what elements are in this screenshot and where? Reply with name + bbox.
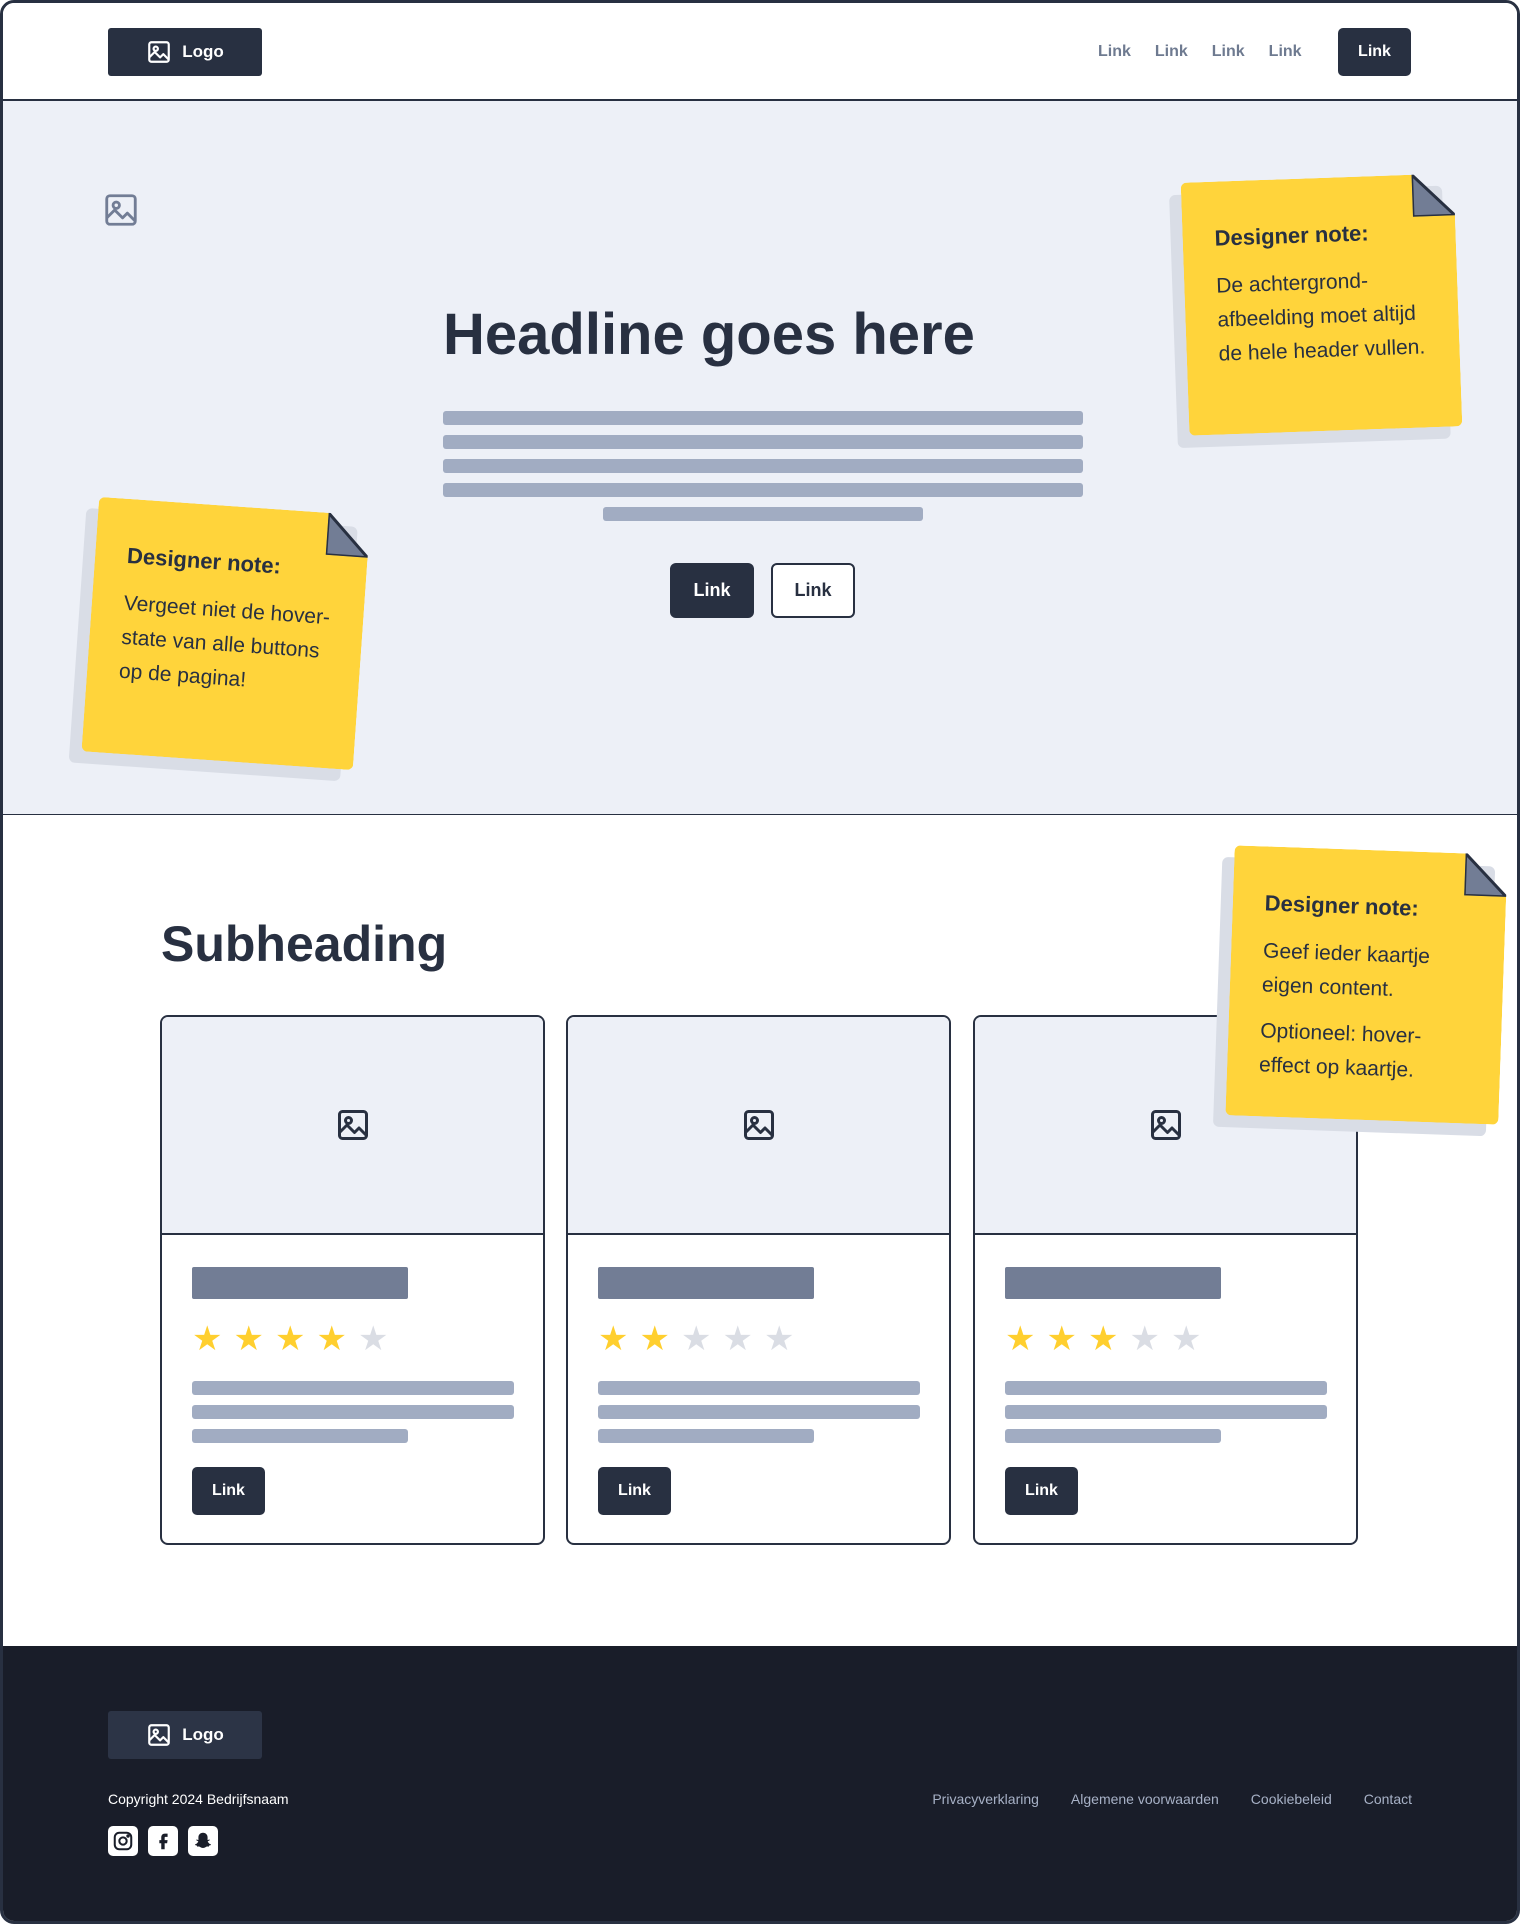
hero-primary-button[interactable]: Link [670,563,754,618]
top-navigation: Logo Link Link Link Link Link [3,3,1517,101]
star-empty-icon: ★ [357,1320,389,1358]
star-empty-icon: ★ [680,1320,712,1358]
card-button[interactable]: Link [192,1467,265,1515]
image-icon [148,1724,171,1746]
image-icon [1150,1110,1181,1140]
text-placeholder-line [1005,1381,1327,1395]
star-filled-icon: ★ [1046,1320,1077,1358]
card-title-placeholder [192,1267,408,1299]
image-icon [148,41,171,63]
logo-label: Logo [182,42,224,61]
nav-link-2[interactable]: Link [1155,43,1188,61]
note-text: De achtergrond-afbeelding moet altijd de… [1215,269,1426,366]
text-placeholder-line [192,1405,514,1419]
star-empty-icon: ★ [1129,1320,1160,1358]
text-placeholder-line [443,483,1083,497]
image-icon [337,1110,368,1140]
star-empty-icon: ★ [763,1320,795,1358]
star-filled-icon: ★ [192,1320,223,1358]
star-filled-icon: ★ [598,1320,629,1358]
hero-secondary-button[interactable]: Link [771,563,855,618]
card-button[interactable]: Link [1005,1467,1078,1515]
designer-note: Designer note: Geef ieder kaartje eigen … [1212,845,1508,1137]
text-placeholder-line [192,1429,408,1443]
logo-button[interactable]: Logo [108,28,262,76]
product-card[interactable]: ★ ★ ★ ★ ★ Link [160,1015,545,1545]
nav-link-3[interactable]: Link [1212,43,1245,61]
nav-link-1[interactable]: Link [1098,43,1131,61]
text-placeholder-line [443,459,1083,473]
star-rating: ★ ★ ★ ★ ★ [192,1319,388,1359]
star-empty-icon: ★ [1170,1320,1202,1358]
image-icon [743,1110,774,1140]
card-button[interactable]: Link [598,1467,671,1515]
hero-section: Headline goes here Link Link Designer no… [3,101,1517,816]
nav-links: Link Link Link Link [1098,43,1302,61]
star-rating: ★ ★ ★ ★ ★ [1005,1319,1201,1359]
hero-headline: Headline goes here [443,302,975,367]
star-filled-icon: ★ [1087,1320,1119,1358]
footer-link-privacy[interactable]: Privacyverklaring [932,1791,1039,1807]
text-placeholder-line [1005,1405,1327,1419]
text-placeholder-line [598,1381,920,1395]
page-curl-icon [1464,853,1508,897]
note-text: Vergeet niet de hover-state van alle but… [118,591,331,692]
footer-links: Privacyverklaring Algemene voorwaarden C… [932,1791,1412,1807]
card-title-placeholder [598,1267,814,1299]
content-section: Subheading ★ ★ ★ ★ ★ Link ★ ★ ★ ★ ★ Link… [3,815,1517,1646]
page-frame: Logo Link Link Link Link Link Headline g… [0,0,1520,1924]
nav-link-4[interactable]: Link [1269,43,1302,61]
page-footer: Logo Copyright 2024 Bedrijfsnaam Privacy… [3,1646,1517,1921]
note-title: Designer note: [126,542,282,579]
text-placeholder-line [603,507,923,521]
product-card[interactable]: ★ ★ ★ ★ ★ Link [566,1015,951,1545]
text-placeholder-line [443,435,1083,449]
star-filled-icon: ★ [233,1320,264,1358]
page-curl-icon [1411,173,1455,217]
card-image [162,1017,543,1235]
footer-logo-label: Logo [182,1725,224,1744]
note-text: Optioneel: hover-effect op kaartje. [1258,1019,1422,1082]
instagram-icon[interactable] [108,1826,138,1856]
star-filled-icon: ★ [1005,1320,1036,1358]
star-rating: ★ ★ ★ ★ ★ [598,1319,794,1359]
nav-cta-button[interactable]: Link [1338,28,1411,76]
text-placeholder-line [1005,1429,1221,1443]
text-placeholder-line [598,1405,920,1419]
section-subheading: Subheading [161,916,448,972]
social-links [108,1826,218,1856]
note-title: Designer note: [1264,890,1420,921]
text-placeholder-line [192,1381,514,1395]
star-filled-icon: ★ [316,1320,347,1358]
facebook-icon[interactable] [148,1826,178,1856]
text-placeholder-line [443,411,1083,425]
star-filled-icon: ★ [639,1320,670,1358]
star-empty-icon: ★ [722,1320,753,1358]
text-placeholder-line [598,1429,814,1443]
footer-link-cookies[interactable]: Cookiebeleid [1251,1791,1332,1807]
card-image [568,1017,949,1235]
note-text: Geef ieder kaartje eigen content. [1261,939,1431,1001]
copyright-text: Copyright 2024 Bedrijfsnaam [108,1791,289,1807]
card-title-placeholder [1005,1267,1221,1299]
footer-link-contact[interactable]: Contact [1364,1791,1412,1807]
designer-note: Designer note: De achtergrond-afbeelding… [1169,173,1463,449]
page-curl-icon [325,512,370,558]
designer-note: Designer note: Vergeet niet de hover-sta… [68,497,370,782]
footer-logo-button[interactable]: Logo [108,1711,262,1759]
star-filled-icon: ★ [274,1320,306,1358]
background-image-icon [105,194,137,226]
footer-link-terms[interactable]: Algemene voorwaarden [1071,1791,1219,1807]
snapchat-icon[interactable] [188,1826,218,1856]
note-title: Designer note: [1214,220,1369,251]
